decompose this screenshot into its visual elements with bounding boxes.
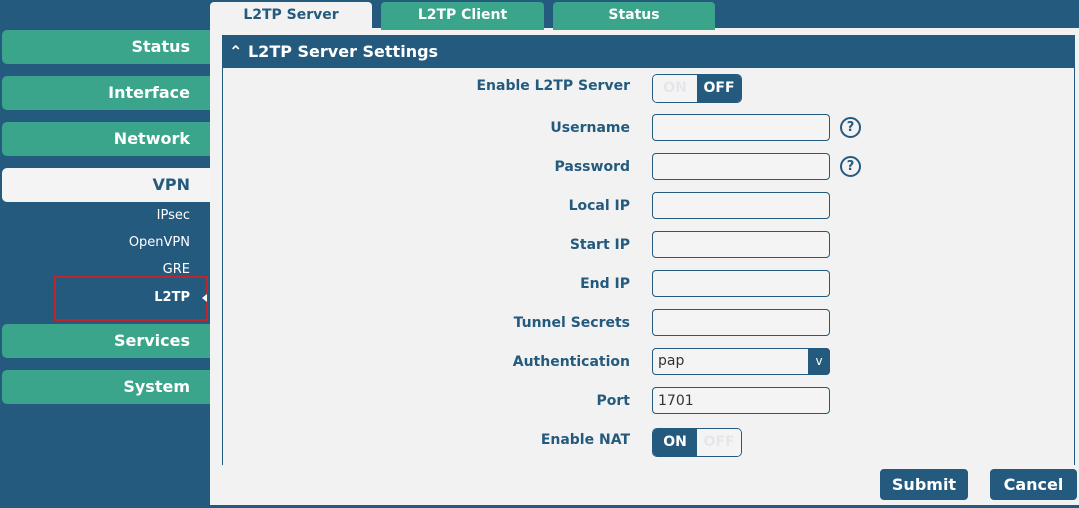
enable-server-toggle[interactable]: ON OFF	[652, 74, 742, 103]
password-input[interactable]	[652, 153, 830, 180]
port-input[interactable]	[652, 387, 830, 414]
tab-status[interactable]: Status	[553, 2, 715, 30]
username-label: Username	[550, 120, 630, 136]
authentication-value: pap	[658, 353, 685, 369]
sidebar-item-interface[interactable]: Interface	[2, 76, 210, 110]
end-ip-label: End IP	[580, 276, 630, 292]
sidebar-item-status[interactable]: Status	[2, 30, 210, 64]
start-ip-label: Start IP	[569, 237, 630, 253]
section-title: L2TP Server Settings	[247, 42, 439, 61]
sidebar-item-services[interactable]: Services	[2, 324, 210, 358]
tab-l2tp-client[interactable]: L2TP Client	[381, 2, 544, 30]
port-label: Port	[596, 393, 630, 409]
toggle-on: ON	[653, 75, 697, 102]
section-header[interactable]: ⌃ L2TP Server Settings	[223, 35, 1074, 68]
highlight-box	[54, 276, 208, 321]
tunnel-secrets-label: Tunnel Secrets	[513, 315, 630, 331]
toggle-off: OFF	[697, 429, 741, 456]
toggle-off: OFF	[697, 75, 741, 102]
enable-nat-toggle[interactable]: ON OFF	[652, 428, 742, 457]
settings-section: ⌃ L2TP Server Settings	[222, 35, 1075, 465]
chevron-down-icon[interactable]: v	[808, 348, 830, 375]
toggle-on: ON	[653, 429, 697, 456]
chevron-up-icon: ⌃	[229, 42, 248, 61]
cancel-button[interactable]: Cancel	[990, 469, 1077, 500]
local-ip-label: Local IP	[568, 198, 630, 214]
help-icon[interactable]: ?	[840, 117, 861, 138]
end-ip-input[interactable]	[652, 270, 830, 297]
authentication-select[interactable]: pap v	[652, 348, 830, 375]
enable-server-label: Enable L2TP Server	[476, 78, 630, 94]
password-label: Password	[554, 159, 630, 175]
start-ip-input[interactable]	[652, 231, 830, 258]
sidebar-item-system[interactable]: System	[2, 370, 210, 404]
sidebar-subitem-openvpn[interactable]: OpenVPN	[129, 234, 190, 252]
enable-nat-label: Enable NAT	[540, 432, 630, 448]
local-ip-input[interactable]	[652, 192, 830, 219]
active-indicator-icon	[202, 294, 207, 302]
username-input[interactable]	[652, 114, 830, 141]
submit-button[interactable]: Submit	[880, 469, 968, 500]
sidebar-item-network[interactable]: Network	[2, 122, 210, 156]
sidebar-item-vpn[interactable]: VPN	[2, 168, 210, 202]
tab-l2tp-server[interactable]: L2TP Server	[210, 2, 372, 30]
sidebar-subitem-ipsec[interactable]: IPsec	[157, 207, 190, 225]
help-icon[interactable]: ?	[840, 156, 861, 177]
tunnel-secrets-input[interactable]	[652, 309, 830, 336]
authentication-label: Authentication	[512, 354, 630, 370]
